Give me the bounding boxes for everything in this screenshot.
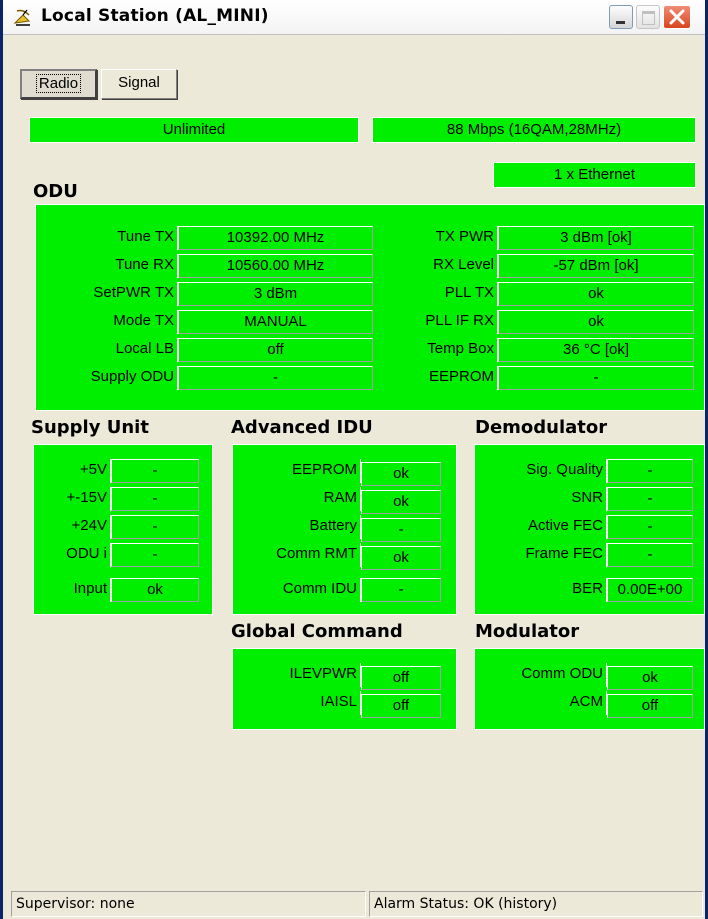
odu-label: EEPROM — [373, 366, 498, 390]
mod-value: off — [607, 694, 693, 718]
odu-label: PLL TX — [373, 282, 498, 306]
window-title: Local Station (AL_MINI) — [41, 6, 269, 26]
supply-value: - — [111, 487, 199, 511]
tab-radio-label: Radio — [35, 74, 82, 93]
odu-value: MANUAL — [178, 310, 373, 334]
capacity-field: 88 Mbps (16QAM,28MHz) — [372, 117, 696, 143]
status-unlimited-field: Unlimited — [29, 117, 359, 143]
tab-signal-label: Signal — [118, 74, 160, 91]
idu-value: ok — [361, 462, 441, 486]
odu-value: -57 dBm [ok] — [498, 254, 694, 278]
odu-value: - — [498, 366, 694, 390]
title-bar[interactable]: Local Station (AL_MINI) — [3, 0, 705, 35]
supply-value: - — [111, 543, 199, 567]
supply-label: ODU i — [39, 543, 111, 567]
supply-label: +-15V — [39, 487, 111, 511]
supply-label: Input — [39, 578, 111, 602]
mod-label: Comm ODU — [479, 663, 607, 687]
demod-label: SNR — [479, 487, 607, 511]
supply-label: +24V — [39, 515, 111, 539]
satellite-dish-icon — [13, 9, 31, 26]
mod-title: Modulator — [475, 621, 580, 642]
alarm-status: Alarm Status: OK (history) — [369, 891, 703, 917]
demod-value: - — [607, 459, 693, 483]
mod-value: ok — [607, 666, 693, 690]
idu-value: ok — [361, 490, 441, 514]
supply-title: Supply Unit — [31, 417, 149, 438]
odu-label: RX Level — [373, 254, 498, 278]
demod-label: Frame FEC — [479, 543, 607, 567]
idu-value: - — [361, 578, 441, 602]
idu-label: EEPROM — [239, 459, 361, 483]
idu-label: RAM — [239, 487, 361, 511]
odu-value: 3 dBm — [178, 282, 373, 306]
odu-label: SetPWR TX — [43, 282, 178, 306]
global-label: IAISL — [239, 691, 361, 715]
odu-value: - — [178, 366, 373, 390]
odu-value: 10392.00 MHz — [178, 226, 373, 250]
tab-radio[interactable]: Radio — [20, 69, 97, 99]
odu-title: ODU — [33, 181, 78, 202]
odu-value: off — [178, 338, 373, 362]
supply-value: - — [111, 515, 199, 539]
main-window: Local Station (AL_MINI) Radio Signal Unl… — [0, 0, 708, 919]
idu-value: - — [361, 518, 441, 542]
idu-label: Comm RMT — [239, 543, 361, 567]
demod-title: Demodulator — [475, 417, 608, 438]
odu-label: Tune RX — [43, 254, 178, 278]
global-label: ILEVPWR — [239, 663, 361, 687]
odu-label: Mode TX — [43, 310, 178, 334]
maximize-button[interactable] — [636, 5, 660, 29]
ports-field: 1 x Ethernet — [493, 162, 696, 188]
demod-value: - — [607, 515, 693, 539]
idu-title: Advanced IDU — [231, 417, 373, 438]
odu-label: Temp Box — [373, 338, 498, 362]
odu-value: ok — [498, 282, 694, 306]
odu-value: 3 dBm [ok] — [498, 226, 694, 250]
global-value: off — [361, 666, 441, 690]
odu-value: ok — [498, 310, 694, 334]
supply-label: +5V — [39, 459, 111, 483]
demod-value: - — [607, 487, 693, 511]
supply-value: ok — [111, 578, 199, 602]
idu-label: Battery — [239, 515, 361, 539]
status-bar: Supervisor: none Alarm Status: OK (histo… — [3, 886, 705, 919]
odu-value: 36 °C [ok] — [498, 338, 694, 362]
close-button[interactable] — [663, 5, 691, 29]
demod-label: Active FEC — [479, 515, 607, 539]
global-title: Global Command — [231, 621, 403, 642]
odu-label: Supply ODU — [43, 366, 178, 390]
odu-label: Local LB — [43, 338, 178, 362]
odu-label: Tune TX — [43, 226, 178, 250]
demod-label: BER — [479, 578, 607, 602]
global-value: off — [361, 694, 441, 718]
supervisor-status: Supervisor: none — [11, 891, 366, 917]
minimize-button[interactable] — [609, 5, 633, 29]
demod-label: Sig. Quality — [479, 459, 607, 483]
odu-value: 10560.00 MHz — [178, 254, 373, 278]
odu-label: PLL IF RX — [373, 310, 498, 334]
idu-value: ok — [361, 546, 441, 570]
supply-value: - — [111, 459, 199, 483]
odu-label: TX PWR — [373, 226, 498, 250]
idu-label: Comm IDU — [239, 578, 361, 602]
demod-value: 0.00E+00 — [607, 578, 693, 602]
mod-label: ACM — [479, 691, 607, 715]
tab-signal[interactable]: Signal — [101, 69, 177, 99]
demod-value: - — [607, 543, 693, 567]
close-icon — [669, 9, 685, 25]
